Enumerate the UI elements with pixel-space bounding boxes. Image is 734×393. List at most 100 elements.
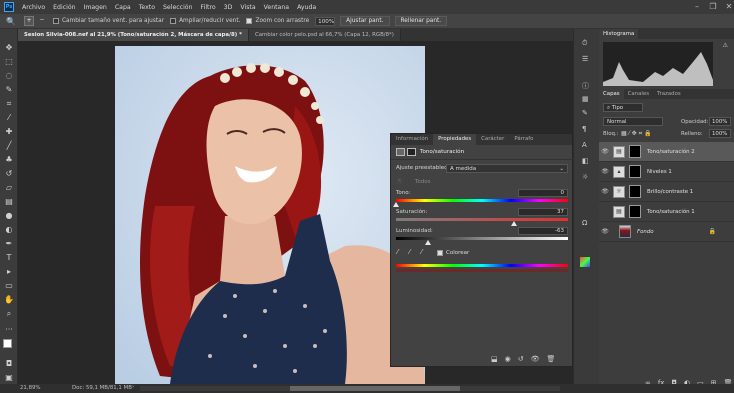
- tab-trazados[interactable]: Trazados: [653, 89, 685, 99]
- eyedropper-plus-icon[interactable]: ⁄: [409, 248, 410, 256]
- channel-dropdown[interactable]: Todos: [415, 179, 431, 185]
- zoom-all-windows-checkbox[interactable]: Ampliar/reducir vent.: [170, 18, 240, 24]
- scrubby-zoom-checkbox[interactable]: Zoom con arrastre: [246, 18, 309, 24]
- menu-imagen[interactable]: Imagen: [80, 4, 111, 11]
- saturation-slider-thumb[interactable]: [510, 221, 517, 226]
- visibility-icon[interactable]: 👁: [531, 355, 540, 363]
- zoom-tool-icon[interactable]: 🔍: [6, 17, 16, 26]
- colorize-checkbox[interactable]: Colorear: [437, 250, 469, 256]
- menu-edicion[interactable]: Edición: [49, 4, 79, 11]
- colorize-check-box[interactable]: [437, 250, 443, 256]
- status-zoom[interactable]: 21,89%: [20, 385, 41, 391]
- shape-tool-icon[interactable]: ▭: [4, 281, 14, 291]
- gradient-tool-icon[interactable]: ▤: [4, 197, 14, 207]
- resize-windows-checkbox[interactable]: Cambiar tamaño vent. para ajustar: [52, 18, 164, 24]
- layer-name[interactable]: Fondo: [637, 229, 654, 235]
- move-tool-icon[interactable]: ✥: [4, 43, 14, 53]
- targeted-adjustment-icon[interactable]: ☝: [397, 177, 401, 185]
- menu-vista[interactable]: Vista: [236, 4, 259, 11]
- dodge-tool-icon[interactable]: ◐: [4, 225, 14, 235]
- foreground-color-swatch[interactable]: [3, 339, 12, 348]
- eyedropper-icon[interactable]: ⁄: [397, 248, 398, 256]
- zoom-out-icon[interactable]: −: [37, 16, 47, 26]
- trash-icon[interactable]: 🗑: [547, 355, 556, 363]
- brush-tool-icon[interactable]: ╱: [4, 141, 14, 151]
- clip-to-layer-icon[interactable]: ⬓: [491, 355, 498, 363]
- tab-capas[interactable]: Capas: [599, 89, 624, 99]
- zoom-tool-icon[interactable]: ⌕: [4, 309, 14, 319]
- layer-visibility-eye-icon[interactable]: 👁: [599, 188, 611, 195]
- marquee-tool-icon[interactable]: ⬚: [4, 57, 14, 67]
- layer-mask-thumbnail[interactable]: [629, 165, 641, 178]
- layer-name[interactable]: Tono/saturación 1: [647, 209, 695, 215]
- crop-tool-icon[interactable]: ⌗: [4, 99, 14, 109]
- character-icon[interactable]: A: [582, 141, 587, 149]
- status-arrow-icon[interactable]: ›: [132, 384, 134, 390]
- blend-mode-dropdown[interactable]: Normal: [603, 117, 663, 126]
- layer-row[interactable]: 👁 ▤ Tono/saturación 2: [599, 142, 734, 162]
- fit-screen-button[interactable]: Ajustar pant.: [340, 16, 390, 26]
- layer-name[interactable]: Niveles 1: [647, 169, 672, 175]
- type-tool-icon[interactable]: T: [4, 253, 14, 263]
- reset-icon[interactable]: ↺: [518, 355, 524, 363]
- history-brush-tool-icon[interactable]: ↺: [4, 169, 14, 179]
- tab-propiedades[interactable]: Propiedades: [433, 134, 477, 145]
- layer-visibility-eye-icon[interactable]: 👁: [599, 168, 611, 175]
- eraser-tool-icon[interactable]: ▱: [4, 183, 14, 193]
- hue-slider-track[interactable]: [396, 199, 568, 202]
- info-icon[interactable]: ⓘ: [582, 81, 589, 91]
- menu-seleccion[interactable]: Selección: [159, 4, 197, 11]
- histogram-warning-icon[interactable]: ⚠: [723, 42, 728, 49]
- healing-tool-icon[interactable]: ✚: [4, 127, 14, 137]
- menu-texto[interactable]: Texto: [135, 4, 159, 11]
- lightness-slider-track[interactable]: [396, 237, 568, 240]
- fill-field[interactable]: 100%: [709, 129, 731, 138]
- history-icon[interactable]: ⏱: [582, 39, 587, 48]
- blur-tool-icon[interactable]: ●: [4, 211, 14, 221]
- tab-informacion[interactable]: Información: [391, 134, 433, 145]
- stamp-tool-icon[interactable]: ♣: [4, 155, 14, 165]
- menu-ventana[interactable]: Ventana: [260, 4, 293, 11]
- close-icon[interactable]: ✕: [724, 2, 734, 12]
- screen-mode-icon[interactable]: ▣: [4, 373, 14, 383]
- lightness-value-field[interactable]: -63: [518, 227, 568, 235]
- hue-slider-thumb[interactable]: [393, 202, 399, 207]
- restore-icon[interactable]: ❐: [708, 2, 718, 12]
- tab-cambiar-color-pelo[interactable]: Cambiar color pelo.psd al 66,7% (Capa 12…: [248, 29, 401, 41]
- fill-screen-button[interactable]: Rellenar pant.: [394, 16, 448, 26]
- layer-visibility-eye-icon[interactable]: 👁: [599, 148, 611, 155]
- color-icon[interactable]: [580, 257, 590, 267]
- layer-mask-thumbnail[interactable]: [629, 145, 641, 158]
- hue-value-field[interactable]: 0: [518, 189, 568, 197]
- layer-visibility-eye-icon[interactable]: 👁: [599, 228, 611, 235]
- saturation-value-field[interactable]: 37: [518, 208, 568, 216]
- eyedropper-tool-icon[interactable]: ⁄: [4, 113, 14, 123]
- layer-name[interactable]: Brillo/contraste 1: [647, 189, 693, 195]
- zoom-in-icon[interactable]: +: [23, 16, 34, 26]
- layer-name[interactable]: Tono/saturación 2: [647, 149, 695, 155]
- quick-select-tool-icon[interactable]: ✎: [4, 85, 14, 95]
- saturation-slider-track[interactable]: [396, 218, 568, 221]
- layer-mask-thumbnail[interactable]: [629, 185, 641, 198]
- layer-mask-thumbnail[interactable]: [629, 205, 641, 218]
- swatches-icon[interactable]: ▦: [582, 95, 589, 103]
- layer-filter-dropdown[interactable]: ⌕ Tipo: [603, 103, 643, 112]
- tab-sesion-silvia[interactable]: Sesion Silvia-008.nef al 21,9% (Tono/sat…: [18, 29, 249, 41]
- lasso-tool-icon[interactable]: ◌: [4, 71, 14, 81]
- opacity-field[interactable]: 100%: [709, 117, 731, 126]
- tab-parrafo[interactable]: Párrafo: [509, 134, 538, 145]
- lock-icons[interactable]: ▦⁄✥⌗🔒: [621, 130, 654, 138]
- tab-canales[interactable]: Canales: [624, 89, 653, 99]
- more-tools-icon[interactable]: ···: [4, 325, 14, 335]
- menu-ayuda[interactable]: Ayuda: [293, 4, 320, 11]
- path-select-tool-icon[interactable]: ▸: [4, 267, 14, 277]
- layer-row[interactable]: 👁 ☼ Brillo/contraste 1: [599, 182, 734, 202]
- paragraph-icon[interactable]: ¶: [582, 125, 586, 133]
- minimize-icon[interactable]: –: [692, 2, 702, 12]
- layer-row[interactable]: 👁 ▤ Tono/saturación 1: [599, 202, 734, 222]
- photo-canvas[interactable]: [115, 46, 425, 384]
- menu-archivo[interactable]: Archivo: [18, 4, 49, 11]
- pen-tool-icon[interactable]: ✒: [4, 239, 14, 249]
- zoom-value-field[interactable]: 100%: [315, 16, 336, 26]
- styles-icon[interactable]: ☼: [582, 173, 588, 181]
